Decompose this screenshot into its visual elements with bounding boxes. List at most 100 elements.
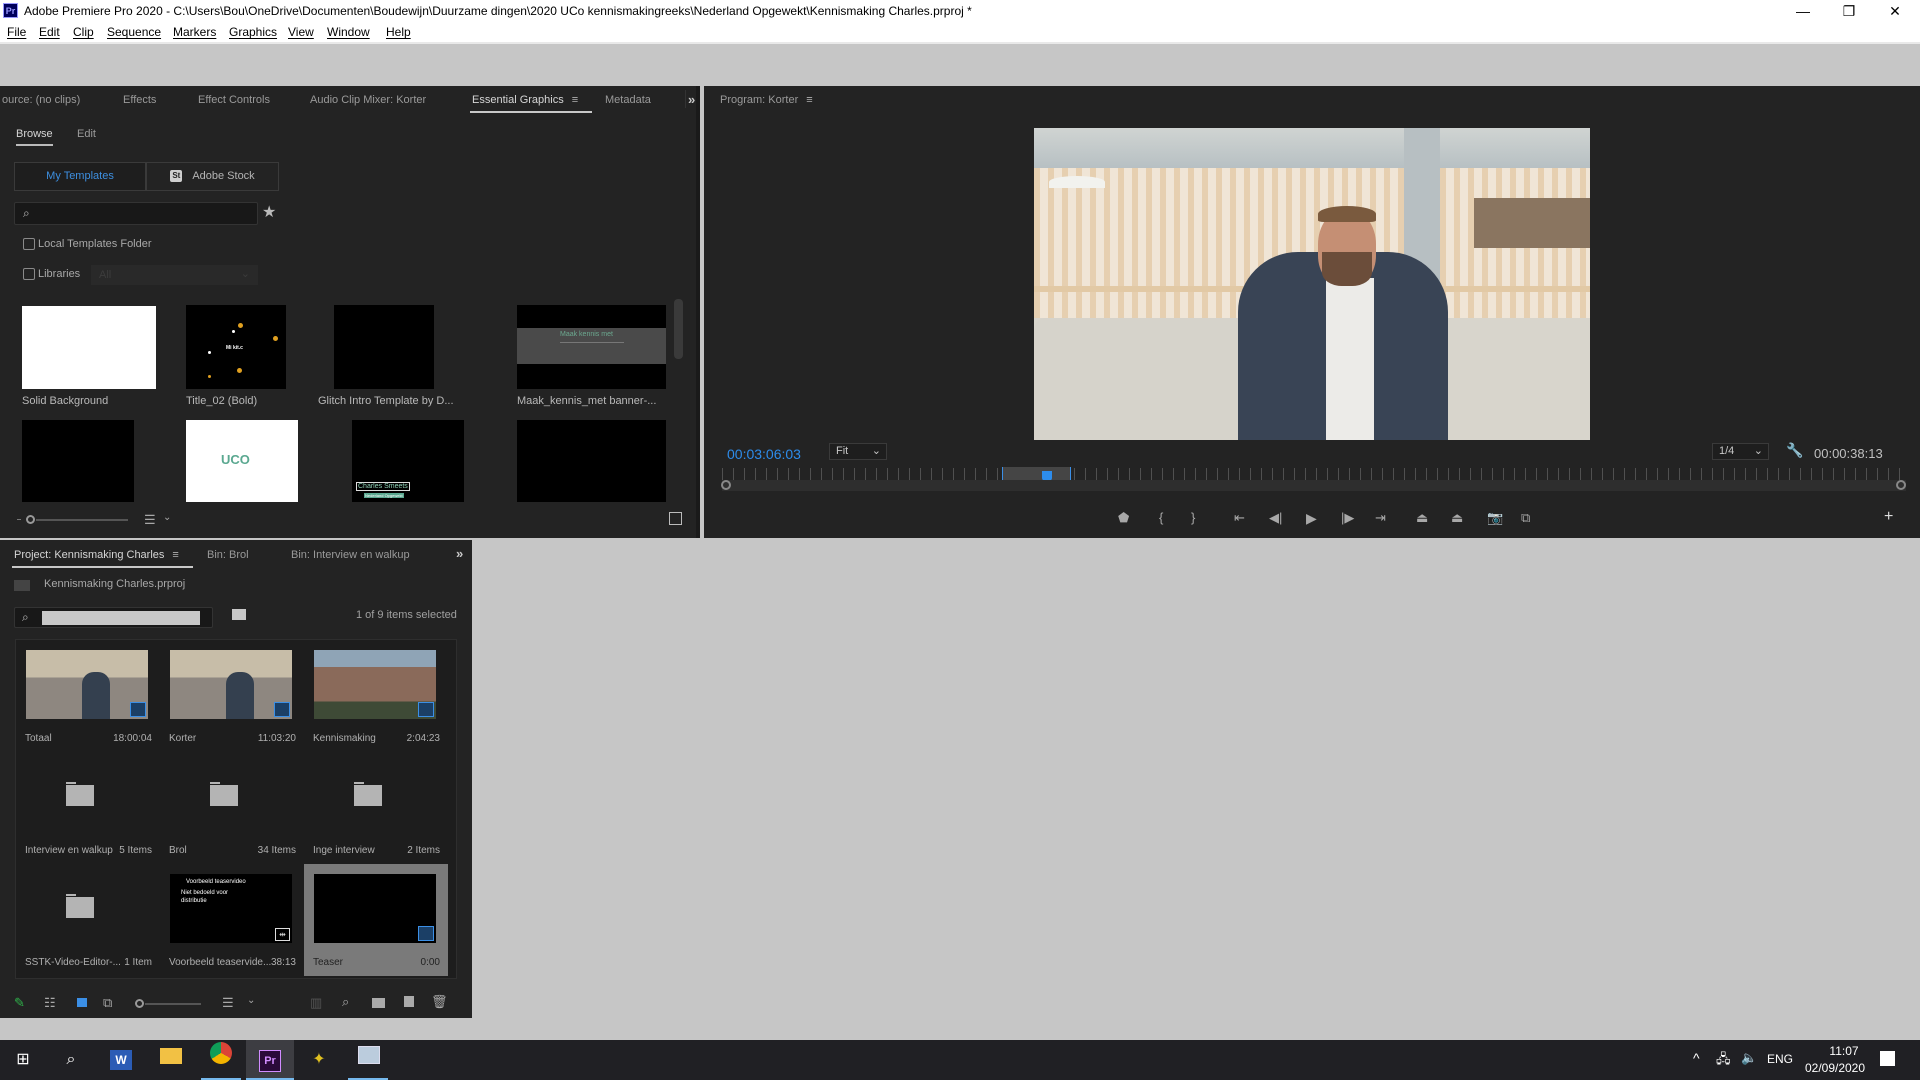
scrollbar-thumb[interactable] xyxy=(674,299,683,359)
play-icon[interactable]: ▶ xyxy=(1306,510,1317,527)
tab-bin-brol[interactable]: Bin: Brol xyxy=(207,549,249,561)
program-video-frame[interactable] xyxy=(1034,128,1590,440)
find-in-bin-icon[interactable] xyxy=(232,609,246,620)
favorites-star-icon[interactable]: ★ xyxy=(262,202,276,222)
lift-icon[interactable]: ⏏ xyxy=(1416,510,1428,526)
button-editor-add-icon[interactable]: + xyxy=(1884,508,1893,526)
restore-button[interactable]: ❐ xyxy=(1826,0,1872,22)
icon-view-icon[interactable] xyxy=(77,998,87,1007)
menu-graphics[interactable]: Graphics xyxy=(229,25,277,39)
word-icon[interactable]: W xyxy=(98,1040,144,1080)
chevron-down-icon[interactable]: ⌄ xyxy=(163,512,171,523)
find-icon[interactable]: ⌕ xyxy=(342,994,349,1010)
subtab-browse[interactable]: Browse xyxy=(16,128,53,146)
app-yellow-icon[interactable]: ✦ xyxy=(296,1040,342,1080)
project-item-totaal[interactable]: Totaal 18:00:04 xyxy=(16,640,160,752)
zoom-level-select[interactable]: Fit ⌄ xyxy=(829,443,887,460)
show-hidden-icons-chevron[interactable]: ^ xyxy=(1693,1050,1700,1066)
language-indicator[interactable]: ENG xyxy=(1767,1052,1793,1066)
zoom-handle-left[interactable] xyxy=(721,480,731,490)
close-button[interactable]: ✕ xyxy=(1872,0,1918,22)
project-bin-inge-interview[interactable]: Inge interview 2 Items xyxy=(304,752,448,864)
subtab-edit[interactable]: Edit xyxy=(77,128,96,140)
folder-up-icon[interactable] xyxy=(14,580,30,591)
more-tabs-icon[interactable]: » xyxy=(456,546,463,561)
mark-out-icon[interactable]: } xyxy=(1191,510,1195,525)
menu-help[interactable]: Help xyxy=(386,25,411,39)
project-bin-brol[interactable]: Brol 34 Items xyxy=(160,752,304,864)
template-thumb-solid-background[interactable] xyxy=(22,306,156,389)
template-thumb[interactable] xyxy=(22,420,134,502)
menu-edit[interactable]: Edit xyxy=(39,25,60,39)
playback-resolution-select[interactable]: 1/4 ⌄ xyxy=(1712,443,1769,460)
project-search-input[interactable]: ⌕ xyxy=(14,607,213,628)
clock-date[interactable]: 02/09/2020 xyxy=(1801,1061,1869,1075)
tab-effects[interactable]: Effects xyxy=(123,94,156,106)
comparison-view-icon[interactable]: ⧉ xyxy=(1521,510,1530,526)
menu-view[interactable]: View xyxy=(288,25,314,39)
new-bin-icon[interactable] xyxy=(372,998,385,1008)
wrench-settings-icon[interactable]: 🔧 xyxy=(1786,442,1803,459)
panel-menu-icon[interactable]: ≡ xyxy=(172,549,178,561)
menu-sequence[interactable]: Sequence xyxy=(107,25,161,39)
network-icon[interactable]: 🖧 xyxy=(1716,1050,1731,1072)
search-field-text-area[interactable] xyxy=(42,611,200,625)
project-bin-sstk[interactable]: SSTK-Video-Editor-... 1 Item xyxy=(16,864,160,976)
new-item-icon[interactable] xyxy=(404,996,414,1007)
windows-start-icon[interactable]: ⊞ xyxy=(0,1040,46,1080)
zoom-handle-right[interactable] xyxy=(1896,480,1906,490)
go-to-in-icon[interactable]: ⇤ xyxy=(1234,510,1245,526)
resource-monitor-icon[interactable] xyxy=(346,1040,392,1080)
project-item-kennismaking[interactable]: Kennismaking 2:04:23 xyxy=(304,640,448,752)
template-thumb-title-02[interactable]: Mi kit.c xyxy=(186,305,286,389)
template-thumb-uco[interactable]: UCO xyxy=(186,420,298,502)
zoom-slider-handle[interactable] xyxy=(135,999,144,1008)
sort-icon[interactable]: ☰ xyxy=(222,995,234,1011)
time-ruler[interactable] xyxy=(722,468,1902,480)
go-to-out-icon[interactable]: ⇥ xyxy=(1375,510,1386,526)
thumbnail-size-slider-track[interactable] xyxy=(36,519,128,521)
menu-file[interactable]: File xyxy=(7,25,26,39)
tab-source[interactable]: ource: (no clips) xyxy=(2,94,80,106)
tab-essential-graphics[interactable]: Essential Graphics ≡ xyxy=(469,94,593,113)
tab-metadata[interactable]: Metadata xyxy=(605,94,651,106)
template-thumb[interactable] xyxy=(517,420,666,502)
template-thumb-maak-kennis[interactable]: Maak kennis met xyxy=(517,305,666,389)
project-item-voorbeeld-teaservideo[interactable]: Voorbeeld teaservideo Niet bedoeld voor … xyxy=(160,864,304,976)
adobe-stock-button[interactable]: St Adobe Stock xyxy=(146,162,279,191)
tab-audio-clip-mixer[interactable]: Audio Clip Mixer: Korter xyxy=(310,94,426,106)
premiere-pro-taskbar-icon[interactable]: Pr xyxy=(246,1040,294,1080)
more-tabs-icon[interactable]: » xyxy=(688,92,695,107)
zoom-scrollbar[interactable] xyxy=(722,480,1906,491)
tab-project[interactable]: Project: Kennismaking Charles ≡ xyxy=(12,549,193,568)
new-item-icon[interactable] xyxy=(669,512,682,525)
my-templates-button[interactable]: My Templates xyxy=(14,162,146,191)
action-center-icon[interactable] xyxy=(1880,1051,1895,1066)
step-back-icon[interactable]: ◀| xyxy=(1269,510,1282,526)
project-item-korter[interactable]: Korter 11:03:20 xyxy=(160,640,304,752)
libraries-checkbox[interactable] xyxy=(23,268,35,280)
tab-bin-interview[interactable]: Bin: Interview en walkup xyxy=(291,549,410,561)
thumbnail-size-slider-handle[interactable] xyxy=(26,515,35,524)
panel-menu-icon[interactable]: ≡ xyxy=(572,94,578,106)
menu-clip[interactable]: Clip xyxy=(73,25,94,39)
export-frame-camera-icon[interactable]: 📷 xyxy=(1487,510,1503,526)
work-area-bar[interactable] xyxy=(1001,467,1071,481)
template-thumb-lower-third[interactable]: Charles Smeets Nederland Opgewekt xyxy=(352,420,464,502)
template-thumb-glitch-intro[interactable] xyxy=(334,305,434,389)
project-bin-interview-en-walkup[interactable]: Interview en walkup 5 Items xyxy=(16,752,160,864)
panel-menu-icon[interactable]: ≡ xyxy=(806,94,812,106)
file-explorer-icon[interactable] xyxy=(148,1040,194,1080)
sort-icon[interactable]: ☰ xyxy=(144,512,156,528)
search-icon[interactable]: ⌕ xyxy=(48,1040,94,1080)
chrome-icon[interactable] xyxy=(198,1040,244,1080)
write-protect-pencil-icon[interactable]: ✎ xyxy=(14,995,25,1011)
clock-time[interactable]: 11:07 xyxy=(1818,1044,1870,1058)
local-templates-checkbox[interactable] xyxy=(23,238,35,250)
step-forward-icon[interactable]: |▶ xyxy=(1341,510,1354,526)
menu-window[interactable]: Window xyxy=(327,25,370,39)
menu-markers[interactable]: Markers xyxy=(173,25,216,39)
minimize-button[interactable]: — xyxy=(1780,0,1826,22)
list-view-icon[interactable]: ☷ xyxy=(44,995,56,1011)
project-item-teaser-selected[interactable]: Teaser 0:00 xyxy=(304,864,448,976)
